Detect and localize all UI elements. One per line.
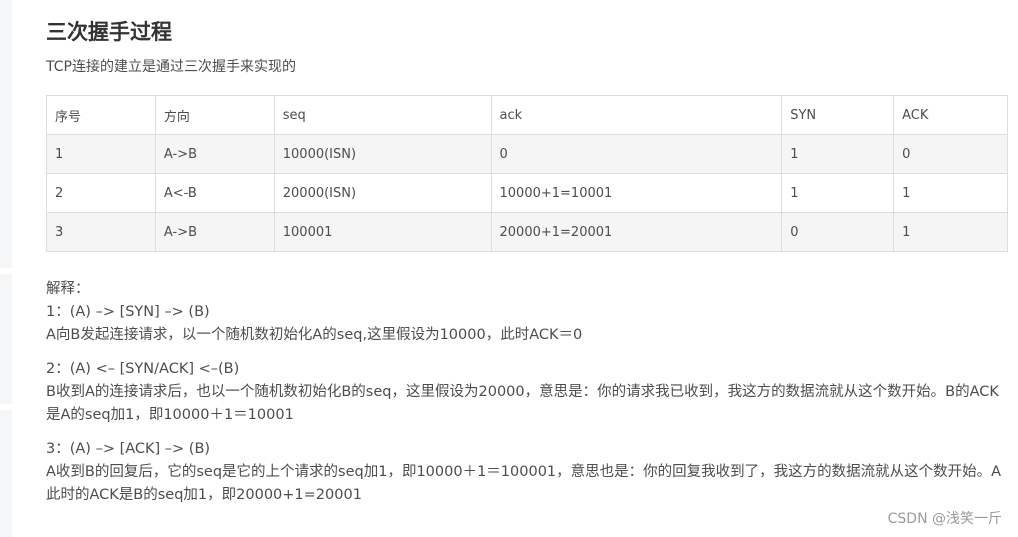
- handshake-table: 序号 方向 seq ack SYN ACK 1 A->B 10000(ISN) …: [46, 95, 1008, 252]
- table-cell: 3: [46, 212, 156, 252]
- csdn-watermark: CSDN @浅笑一斤: [887, 511, 1002, 527]
- table-cell: 1: [893, 173, 1008, 213]
- table-cell: 20000+1=20001: [490, 212, 783, 252]
- table-cell: 1: [781, 134, 895, 174]
- table-cell: 0: [893, 134, 1008, 174]
- table-cell: 10000(ISN): [273, 134, 492, 174]
- column-header: ACK: [893, 95, 1008, 135]
- section-title: 三次握手过程: [46, 20, 172, 44]
- step-line: 1：(A) –> [SYN] –> (B): [46, 304, 210, 320]
- table-cell: 1: [893, 212, 1008, 252]
- table-cell: A<-B: [154, 173, 275, 213]
- column-header: SYN: [781, 95, 895, 135]
- step-text: A收到B的回复后，它的seq是它的上个请求的seq加1，即10000＋1＝100…: [46, 464, 1002, 503]
- explanation-heading: 解释：: [46, 281, 90, 297]
- table-row: 1 A->B 10000(ISN) 0 1 0: [46, 134, 1008, 174]
- table-header-row: 序号 方向 seq ack SYN ACK: [46, 95, 1008, 135]
- gutter-divider: [0, 268, 12, 274]
- step-text: B收到A的连接请求后，也以一个随机数初始化B的seq，这里假设为20000，意思…: [46, 384, 999, 423]
- table-cell: 0: [490, 134, 783, 174]
- table-cell: 2: [46, 173, 156, 213]
- table-cell: 20000(ISN): [273, 173, 492, 213]
- intro-text: TCP连接的建立是通过三次握手来实现的: [46, 59, 296, 75]
- table-cell: 100001: [273, 212, 492, 252]
- page-gutter: [0, 0, 12, 537]
- table-cell: 10000+1=10001: [490, 173, 783, 213]
- column-header: ack: [490, 95, 783, 135]
- step-line: 3：(A) –> [ACK] –> (B): [46, 441, 211, 457]
- column-header: 方向: [154, 95, 275, 135]
- table-cell: A->B: [154, 134, 275, 174]
- gutter-divider: [0, 404, 12, 410]
- table-row: 3 A->B 100001 20000+1=20001 0 1: [46, 212, 1008, 252]
- column-header: seq: [273, 95, 492, 135]
- step-line: 2：(A) <– [SYN/ACK] <–(B): [46, 361, 240, 377]
- table-cell: 1: [781, 173, 895, 213]
- table-cell: A->B: [154, 212, 275, 252]
- explanation: 解释： 1：(A) –> [SYN] –> (B) A向B发起连接请求，以一个随…: [46, 278, 1008, 507]
- column-header: 序号: [46, 95, 156, 135]
- table-row: 2 A<-B 20000(ISN) 10000+1=10001 1 1: [46, 173, 1008, 213]
- table-cell: 1: [46, 134, 156, 174]
- step-text: A向B发起连接请求，以一个随机数初始化A的seq,这里假设为10000，此时AC…: [46, 327, 583, 343]
- table-cell: 0: [781, 212, 895, 252]
